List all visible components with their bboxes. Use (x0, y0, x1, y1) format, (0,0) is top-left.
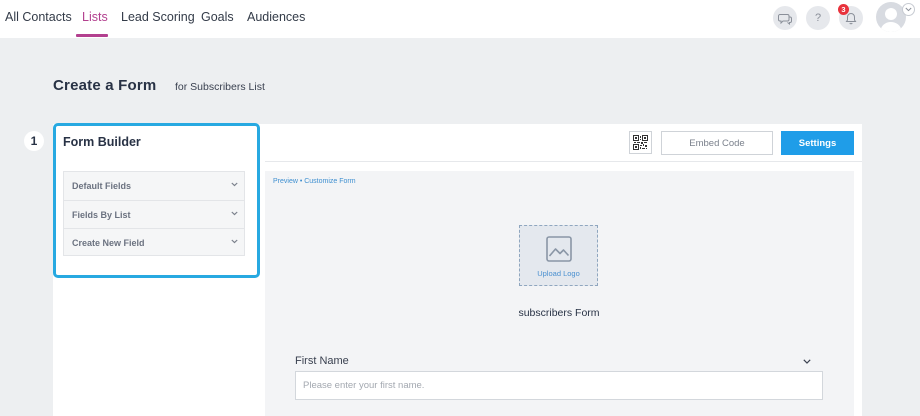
help-button[interactable]: ? (806, 6, 830, 30)
account-menu-toggle[interactable] (902, 3, 915, 16)
chevron-down-icon[interactable] (803, 359, 811, 364)
form-builder-title: Form Builder (63, 135, 141, 149)
first-name-label: First Name (295, 355, 349, 367)
chevron-down-icon (231, 211, 238, 216)
upload-logo-button[interactable]: Upload Logo (519, 225, 598, 286)
qr-code-icon (633, 135, 648, 150)
active-tab-indicator (76, 34, 108, 37)
nav-lead-scoring[interactable]: Lead Scoring (121, 10, 195, 24)
nav-goals[interactable]: Goals (201, 10, 234, 24)
nav-lists[interactable]: Lists (82, 10, 108, 24)
embed-code-button[interactable]: Embed Code (661, 131, 773, 155)
section-create-new-field[interactable]: Create New Field (64, 228, 244, 256)
upload-logo-label: Upload Logo (537, 269, 580, 278)
chevron-down-icon (231, 182, 238, 187)
settings-button[interactable]: Settings (781, 131, 854, 155)
section-label: Fields By List (72, 210, 131, 220)
notification-count-badge: 3 (838, 4, 849, 15)
page-title: Create a Form (53, 77, 157, 94)
section-label: Default Fields (72, 181, 132, 191)
section-fields-by-list[interactable]: Fields By List (64, 200, 244, 228)
page-subtitle: for Subscribers List (175, 81, 265, 93)
chevron-down-icon (905, 7, 912, 12)
section-label: Create New Field (72, 238, 145, 248)
top-nav: All Contacts Lists Lead Scoring Goals Au… (0, 0, 920, 38)
section-default-fields[interactable]: Default Fields (64, 172, 244, 200)
chevron-down-icon (231, 239, 238, 244)
chat-button[interactable] (773, 6, 797, 30)
field-sections-list: Default Fields Fields By List Create New… (63, 171, 245, 256)
card-divider (265, 161, 862, 162)
step-number: 1 (24, 131, 44, 151)
nav-audiences[interactable]: Audiences (247, 10, 305, 24)
preview-customize-link[interactable]: Preview • Customize Form (273, 178, 356, 185)
chat-icon (778, 13, 792, 25)
help-icon: ? (814, 12, 822, 24)
qr-code-button[interactable] (629, 131, 652, 154)
image-icon (546, 236, 572, 262)
first-name-input[interactable] (295, 371, 823, 400)
nav-all-contacts[interactable]: All Contacts (5, 10, 72, 24)
form-name: subscribers Form (518, 307, 600, 319)
